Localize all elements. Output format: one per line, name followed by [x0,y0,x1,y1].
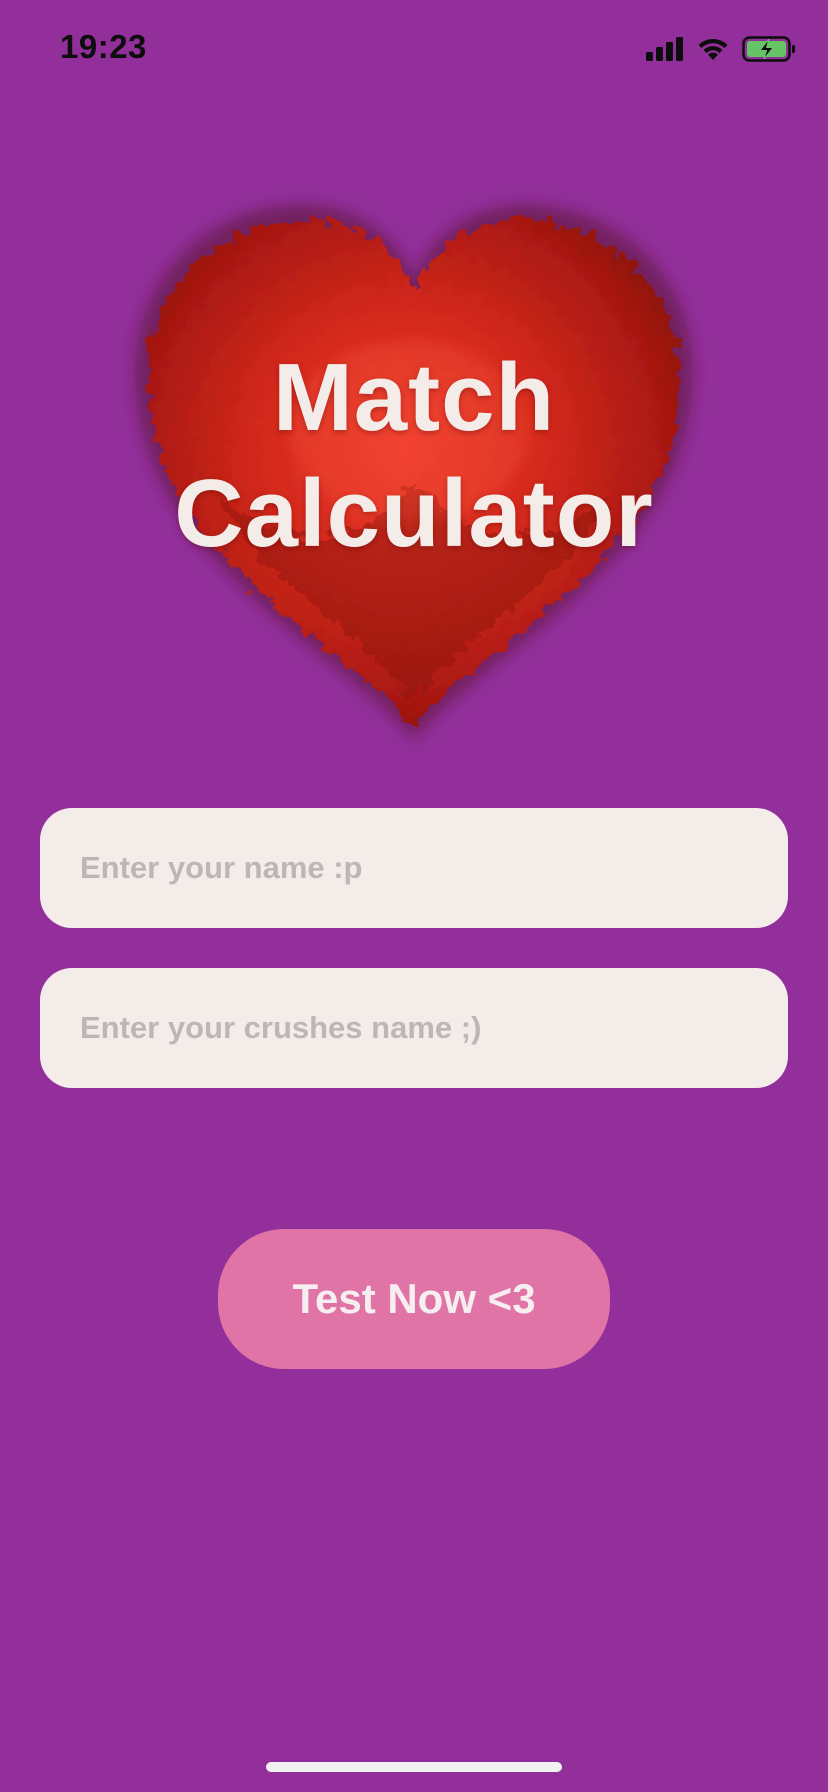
name-input[interactable] [40,808,788,928]
test-now-button[interactable]: Test Now <3 [218,1229,610,1369]
title-line-2: Calculator [174,460,654,567]
app-screen: 19:23 Match Calculator Enter your name:… [0,0,828,1792]
hero: Match Calculator [0,180,828,780]
status-bar: 19:23 [0,0,828,100]
home-indicator[interactable] [266,1762,562,1772]
app-title: Match Calculator [0,340,828,572]
crush-name-input[interactable] [40,968,788,1088]
wifi-icon [698,38,728,60]
battery-charging-icon [742,36,795,62]
cellular-signal-icon [646,37,683,61]
status-time: 19:23 [60,28,147,65]
title-line-1: Match [272,344,556,451]
status-icons [646,34,796,64]
